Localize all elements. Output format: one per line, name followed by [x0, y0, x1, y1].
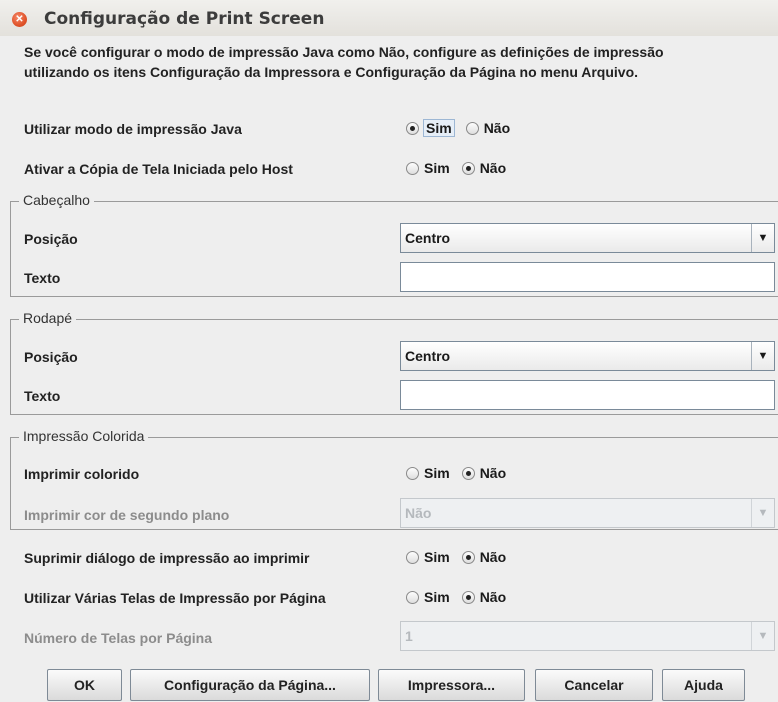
radio-selected-icon[interactable] — [461, 550, 475, 564]
page-setup-button[interactable]: Configuração da Página... — [130, 669, 370, 701]
chevron-down-icon: ▼ — [751, 622, 774, 650]
radio-icon[interactable] — [406, 466, 419, 480]
radio-icon[interactable] — [465, 121, 479, 135]
print-color-label: Imprimir colorido — [24, 466, 140, 482]
radio-selected-icon[interactable] — [461, 466, 475, 480]
multi-screens-yes[interactable]: Sim — [406, 589, 450, 605]
screens-per-page-select: 1 ▼ — [400, 621, 775, 651]
suppress-dialog-yes[interactable]: Sim — [406, 549, 450, 565]
host-copy-label: Ativar a Cópia de Tela Iniciada pelo Hos… — [24, 161, 293, 177]
intro-text: Se você configurar o modo de impressão J… — [24, 44, 664, 80]
radio-icon[interactable] — [406, 590, 419, 604]
print-color-yes[interactable]: Sim — [406, 465, 450, 481]
radio-selected-icon[interactable] — [406, 121, 419, 135]
print-color-radio-group: Sim Não — [406, 465, 518, 481]
radio-selected-icon[interactable] — [461, 161, 475, 175]
footer-text-input[interactable] — [400, 380, 775, 410]
chevron-down-icon[interactable]: ▼ — [751, 224, 774, 252]
java-mode-radio-group: Sim Não — [406, 119, 522, 137]
header-position-select[interactable]: Centro ▼ — [400, 223, 775, 253]
radio-icon[interactable] — [406, 161, 419, 175]
close-icon[interactable]: ✕ — [12, 12, 27, 27]
footer-legend: Rodapé — [19, 310, 77, 326]
radio-selected-icon[interactable] — [461, 590, 475, 604]
printer-button[interactable]: Impressora... — [378, 669, 525, 701]
header-text-input[interactable] — [400, 262, 775, 292]
footer-position-label: Posição — [24, 349, 78, 365]
java-mode-yes[interactable]: Sim — [406, 119, 455, 137]
java-mode-label: Utilizar modo de impressão Java — [24, 121, 242, 137]
ok-button[interactable]: OK — [47, 669, 122, 701]
title-bar: ✕ Configuração de Print Screen — [0, 0, 778, 36]
window-title: Configuração de Print Screen — [44, 9, 325, 29]
bg-color-label: Imprimir cor de segundo plano — [24, 507, 230, 523]
bg-color-select: Não ▼ — [400, 498, 775, 528]
host-copy-yes[interactable]: Sim — [406, 160, 450, 176]
multi-screens-no[interactable]: Não — [461, 589, 506, 605]
radio-icon[interactable] — [406, 550, 419, 564]
cancel-button[interactable]: Cancelar — [535, 669, 653, 701]
host-copy-radio-group: Sim Não — [406, 160, 518, 176]
suppress-dialog-radio-group: Sim Não — [406, 549, 518, 565]
header-text-label: Texto — [24, 270, 61, 286]
print-color-no[interactable]: Não — [461, 465, 506, 481]
footer-position-select[interactable]: Centro ▼ — [400, 341, 775, 371]
color-print-legend: Impressão Colorida — [19, 428, 149, 444]
footer-text-label: Texto — [24, 388, 61, 404]
header-legend: Cabeçalho — [19, 192, 94, 208]
host-copy-no[interactable]: Não — [461, 160, 506, 176]
multi-screens-radio-group: Sim Não — [406, 589, 518, 605]
chevron-down-icon: ▼ — [751, 499, 774, 527]
java-mode-no[interactable]: Não — [465, 120, 510, 136]
multi-screens-label: Utilizar Várias Telas de Impressão por P… — [24, 590, 326, 606]
suppress-dialog-label: Suprimir diálogo de impressão ao imprimi… — [24, 550, 310, 566]
screens-per-page-label: Número de Telas por Página — [24, 630, 213, 646]
help-button[interactable]: Ajuda — [662, 669, 745, 701]
chevron-down-icon[interactable]: ▼ — [751, 342, 774, 370]
header-position-label: Posição — [24, 231, 78, 247]
suppress-dialog-no[interactable]: Não — [461, 549, 506, 565]
